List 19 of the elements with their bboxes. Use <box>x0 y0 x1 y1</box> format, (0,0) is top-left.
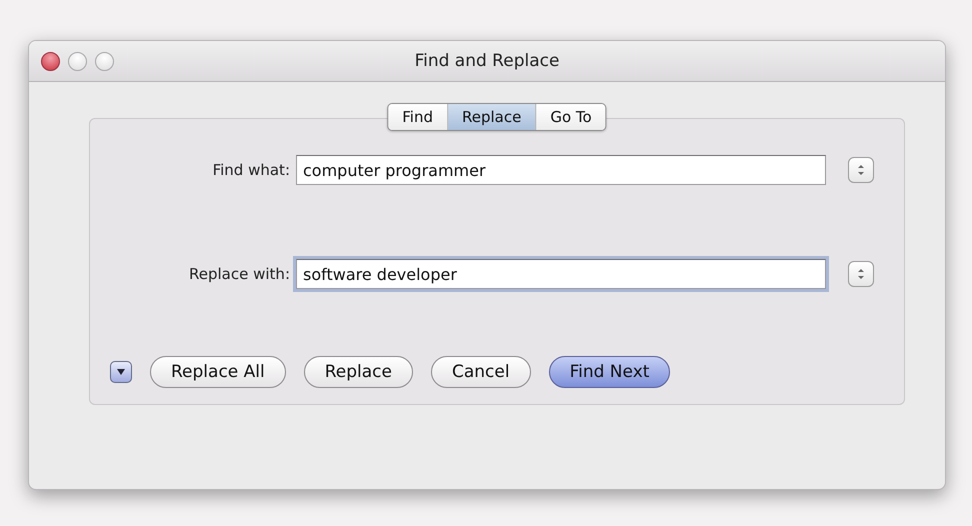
text-field[interactable]: software developer <box>296 259 826 289</box>
field-label: Find what: <box>212 161 291 179</box>
tab[interactable]: Find <box>388 104 448 130</box>
default-button[interactable]: Find Next <box>548 356 670 388</box>
text-field[interactable]: computer programmer <box>296 155 826 185</box>
window-title: Find and Replace <box>414 51 560 71</box>
tab[interactable]: Replace <box>448 104 536 130</box>
dialog-button[interactable]: Replace <box>304 356 413 388</box>
tab[interactable]: Go To <box>536 104 606 130</box>
options-disclosure-button[interactable] <box>110 361 132 383</box>
stepper-arrows-icon <box>857 163 865 177</box>
down-triangle-icon <box>116 368 126 376</box>
history-stepper[interactable] <box>848 157 874 183</box>
close-button[interactable] <box>41 52 60 71</box>
field-label: Replace with: <box>188 265 291 283</box>
stepper-arrows-icon <box>857 267 865 281</box>
dialog-button[interactable]: Cancel <box>430 356 531 388</box>
history-stepper[interactable] <box>848 261 874 287</box>
dialog-button[interactable]: Replace All <box>150 356 286 388</box>
